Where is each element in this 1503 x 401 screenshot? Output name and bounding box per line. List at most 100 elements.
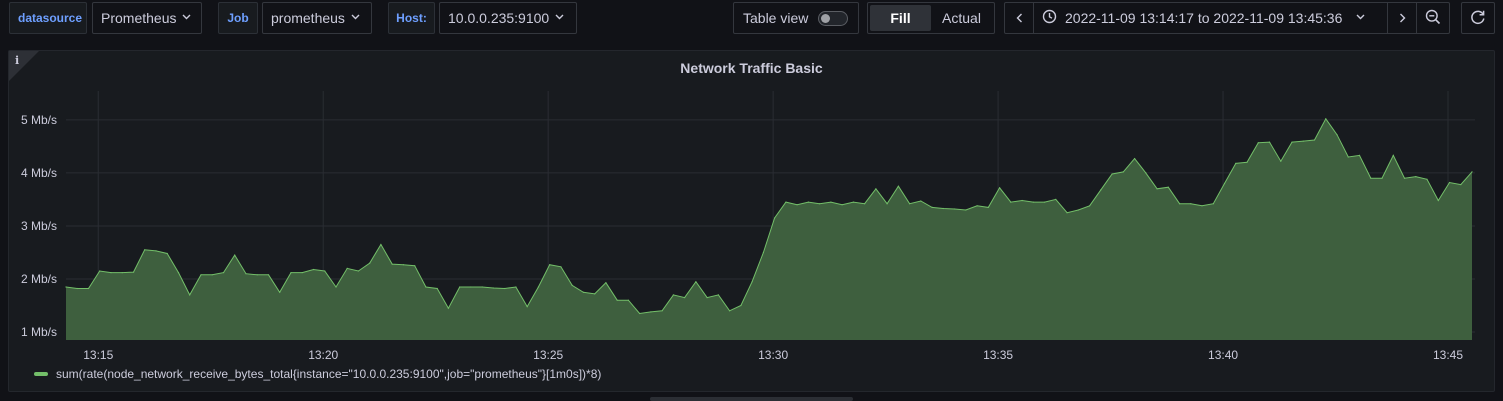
series-point xyxy=(211,274,213,276)
series-point xyxy=(886,203,888,205)
series-point xyxy=(99,270,101,272)
series-point xyxy=(965,209,967,211)
series-point xyxy=(177,272,180,274)
host-select[interactable]: 10.0.0.235:9100 xyxy=(439,2,577,34)
scroll-indicator[interactable] xyxy=(650,397,853,401)
series-point xyxy=(1268,141,1271,143)
series-point xyxy=(954,208,956,210)
refresh-button[interactable] xyxy=(1461,2,1495,34)
series-point xyxy=(729,310,731,312)
y-tick-label: 4 Mb/s xyxy=(21,166,57,180)
series-point xyxy=(515,286,517,288)
y-tick-label: 5 Mb/s xyxy=(21,113,57,127)
series-point xyxy=(897,185,900,187)
series-point xyxy=(87,287,90,290)
series-point xyxy=(481,286,483,288)
x-tick-label: 13:20 xyxy=(308,348,338,362)
table-view-toggle[interactable]: Table view xyxy=(733,2,859,34)
host-select-value: 10.0.0.235:9100 xyxy=(448,10,550,26)
series-point xyxy=(1122,171,1124,173)
series-point xyxy=(380,243,382,246)
series-point xyxy=(200,274,202,276)
series-point xyxy=(447,307,449,309)
datasource-select-value: Prometheus xyxy=(101,10,177,26)
series-point xyxy=(357,270,359,272)
series-point xyxy=(1077,209,1079,211)
series-point xyxy=(661,310,663,312)
fill-option[interactable]: Fill xyxy=(870,5,931,31)
series-point xyxy=(1167,186,1169,188)
series-point xyxy=(875,188,877,190)
series-point xyxy=(1190,203,1192,205)
series-point xyxy=(1392,154,1394,156)
series-point xyxy=(830,201,832,203)
series-point xyxy=(256,274,258,276)
chevron-down-icon xyxy=(351,12,360,22)
series-point xyxy=(436,287,438,290)
series-point xyxy=(695,281,697,283)
series-point xyxy=(1100,189,1102,191)
series-point xyxy=(526,306,528,308)
chevron-down-icon xyxy=(1356,12,1365,22)
series-point xyxy=(999,187,1001,189)
time-shift-forward-button[interactable] xyxy=(1388,3,1416,33)
series-point xyxy=(346,267,348,269)
series-point xyxy=(425,286,427,288)
zoom-out-button[interactable] xyxy=(1417,3,1449,33)
series-point xyxy=(1032,201,1034,203)
job-select[interactable]: prometheus xyxy=(262,2,372,34)
series-area-fill xyxy=(66,118,1472,340)
series-point xyxy=(931,206,933,208)
series-point xyxy=(1044,201,1046,203)
fill-actual-radio-group: Fill Actual xyxy=(867,2,995,34)
series-point xyxy=(672,294,675,296)
series-point xyxy=(684,297,686,299)
series-point xyxy=(391,263,393,265)
series-point xyxy=(492,287,494,289)
series-point xyxy=(144,249,146,251)
series-point xyxy=(1336,134,1338,136)
series-point xyxy=(335,286,337,288)
legend[interactable]: sum(rate(node_network_receive_bytes_tota… xyxy=(34,367,601,381)
series-point xyxy=(987,206,989,208)
time-shift-back-button[interactable] xyxy=(1005,3,1033,33)
time-series-chart[interactable]: 1 Mb/s 2 Mb/s 3 Mb/s 4 Mb/s 5 Mb/s 13:15 13:2… xyxy=(9,51,1496,393)
series-point xyxy=(76,287,78,290)
legend-series-label[interactable]: sum(rate(node_network_receive_bytes_tota… xyxy=(56,367,601,381)
series-point xyxy=(1179,203,1181,205)
series-point xyxy=(549,264,551,266)
series-point xyxy=(65,286,67,288)
series-point xyxy=(369,262,371,264)
series-point xyxy=(717,294,720,296)
series-point xyxy=(1415,176,1417,178)
x-axis: 13:15 13:20 13:25 13:30 13:35 13:40 13:45 xyxy=(83,348,1463,362)
series-point xyxy=(605,282,607,284)
series-point xyxy=(841,204,843,206)
x-tick-label: 13:15 xyxy=(83,348,113,362)
table-view-switch[interactable] xyxy=(818,10,849,26)
clock-icon xyxy=(1042,9,1057,27)
series-point xyxy=(301,272,303,274)
series-point xyxy=(785,201,787,203)
x-tick-label: 13:35 xyxy=(983,348,1013,362)
time-range-button[interactable]: 2022-11-09 13:14:17 to 2022-11-09 13:45:… xyxy=(1034,9,1387,27)
y-tick-label: 2 Mb/s xyxy=(21,272,57,286)
y-axis: 1 Mb/s 2 Mb/s 3 Mb/s 4 Mb/s 5 Mb/s xyxy=(21,113,57,339)
series-point xyxy=(1403,177,1406,179)
x-tick-label: 13:40 xyxy=(1208,348,1238,362)
series-point xyxy=(639,312,641,315)
datasource-select[interactable]: Prometheus xyxy=(92,2,202,34)
job-select-value: prometheus xyxy=(271,10,345,26)
legend-color-swatch xyxy=(34,372,48,376)
actual-option[interactable]: Actual xyxy=(931,5,992,31)
series-point xyxy=(504,287,506,290)
series-point xyxy=(1235,162,1237,164)
series-point xyxy=(740,304,742,307)
chevron-left-icon xyxy=(1016,10,1023,26)
series-point xyxy=(582,291,585,293)
series-point xyxy=(1223,182,1226,185)
series-point xyxy=(942,207,944,210)
series-point xyxy=(1201,205,1203,207)
series-point xyxy=(571,284,573,286)
series-point xyxy=(1358,154,1361,156)
